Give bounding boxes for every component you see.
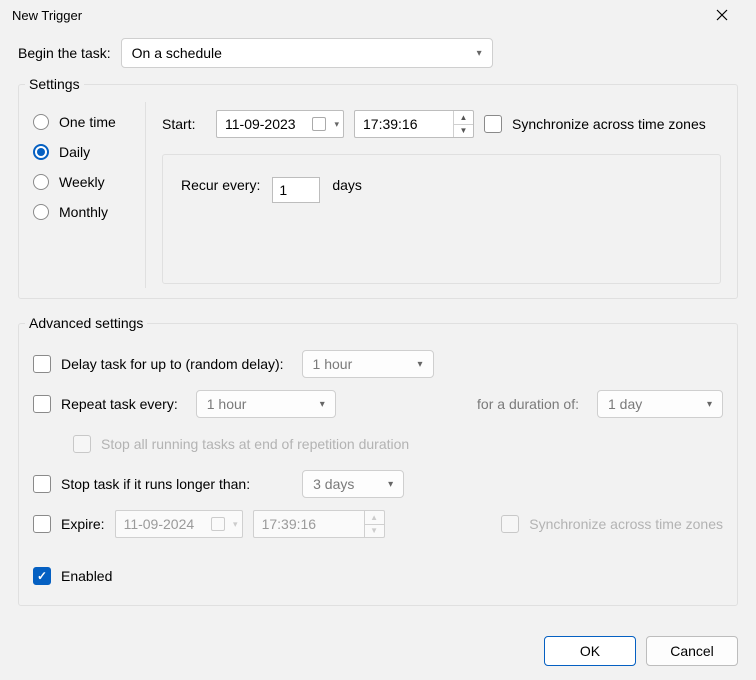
schedule-radio-group: One time Daily Weekly Monthly: [19, 92, 145, 298]
expire-sync-toggle: Synchronize across time zones: [501, 515, 723, 533]
checkbox-icon: [484, 115, 502, 133]
titlebar: New Trigger: [0, 0, 756, 30]
repeat-toggle[interactable]: Repeat task every:: [33, 395, 178, 413]
advanced-fieldset: Advanced settings Delay task for up to (…: [18, 315, 738, 606]
expire-row: Expire: 11-09-2024 ▾ 17:39:16 ▲ ▼: [33, 509, 723, 539]
window-title: New Trigger: [12, 8, 82, 23]
expire-time-picker: 17:39:16 ▲ ▼: [253, 510, 385, 538]
checkbox-icon: [33, 355, 51, 373]
spin-down-icon: ▼: [365, 525, 384, 538]
checkbox-icon: [501, 515, 519, 533]
repeat-value: 1 hour: [207, 396, 247, 412]
delay-row: Delay task for up to (random delay): 1 h…: [33, 349, 723, 379]
sync-label: Synchronize across time zones: [512, 116, 706, 132]
chevron-down-icon: ▾: [233, 519, 238, 530]
radio-icon: [33, 144, 49, 160]
sync-timezones-toggle[interactable]: Synchronize across time zones: [484, 115, 706, 133]
expire-date-picker: 11-09-2024 ▾: [115, 510, 243, 538]
start-row: Start: 11-09-2023 ▾ 17:39:16 ▲ ▼: [162, 110, 721, 138]
start-time-value: 17:39:16: [363, 116, 453, 132]
checkbox-icon: [33, 395, 51, 413]
begin-task-combo[interactable]: On a schedule ▾: [121, 38, 493, 68]
calendar-icon: [312, 117, 326, 131]
radio-label: Monthly: [59, 204, 108, 220]
cancel-button[interactable]: Cancel: [646, 636, 738, 666]
ok-button[interactable]: OK: [544, 636, 636, 666]
duration-label: for a duration of:: [477, 396, 579, 412]
radio-label: Weekly: [59, 174, 105, 190]
delay-combo[interactable]: 1 hour ▾: [302, 350, 434, 378]
new-trigger-dialog: New Trigger Begin the task: On a schedul…: [0, 0, 756, 660]
close-button[interactable]: [700, 0, 744, 30]
begin-task-value: On a schedule: [132, 45, 222, 61]
delay-value: 1 hour: [313, 356, 353, 372]
repeat-label: Repeat task every:: [61, 396, 178, 412]
start-date-value: 11-09-2023: [225, 116, 296, 132]
advanced-legend: Advanced settings: [25, 315, 147, 331]
settings-fieldset: Settings One time Daily Weekly: [18, 76, 738, 299]
stop-long-label: Stop task if it runs longer than:: [61, 476, 250, 492]
stop-all-toggle: Stop all running tasks at end of repetit…: [73, 435, 409, 453]
begin-task-label: Begin the task:: [18, 45, 111, 61]
repeat-combo[interactable]: 1 hour ▾: [196, 390, 336, 418]
radio-icon: [33, 174, 49, 190]
chevron-down-icon: ▾: [477, 48, 482, 59]
chevron-down-icon: ▾: [418, 359, 423, 370]
recur-box: Recur every: days: [162, 154, 721, 284]
radio-icon: [33, 114, 49, 130]
calendar-icon: [211, 517, 225, 531]
radio-label: One time: [59, 114, 116, 130]
recur-unit: days: [332, 177, 362, 193]
stop-long-combo[interactable]: 3 days ▾: [302, 470, 404, 498]
expire-sync-label: Synchronize across time zones: [529, 516, 723, 532]
recur-label: Recur every:: [181, 177, 260, 193]
recur-input[interactable]: [272, 177, 320, 203]
radio-daily[interactable]: Daily: [33, 144, 135, 160]
enabled-label: Enabled: [61, 568, 112, 584]
duration-combo[interactable]: 1 day ▾: [597, 390, 723, 418]
expire-label: Expire:: [61, 516, 105, 532]
spin-up-icon: ▲: [365, 511, 384, 525]
chevron-down-icon: ▾: [334, 119, 339, 130]
start-time-picker[interactable]: 17:39:16 ▲ ▼: [354, 110, 474, 138]
begin-task-row: Begin the task: On a schedule ▾: [18, 38, 738, 68]
expire-date-value: 11-09-2024: [124, 516, 195, 532]
chevron-down-icon: ▾: [707, 399, 712, 410]
close-icon: [716, 9, 728, 21]
stop-all-label: Stop all running tasks at end of repetit…: [101, 436, 409, 452]
stop-long-toggle[interactable]: Stop task if it runs longer than:: [33, 475, 250, 493]
start-date-picker[interactable]: 11-09-2023 ▾: [216, 110, 344, 138]
duration-value: 1 day: [608, 396, 642, 412]
delay-label: Delay task for up to (random delay):: [61, 356, 284, 372]
delay-toggle[interactable]: Delay task for up to (random delay):: [33, 355, 284, 373]
spin-down-icon[interactable]: ▼: [454, 125, 473, 138]
checkbox-icon: [33, 475, 51, 493]
time-spinner[interactable]: ▲ ▼: [453, 111, 473, 137]
checkbox-icon: [73, 435, 91, 453]
checkbox-icon: [33, 515, 51, 533]
stop-long-row: Stop task if it runs longer than: 3 days…: [33, 469, 723, 499]
radio-label: Daily: [59, 144, 90, 160]
chevron-down-icon: ▾: [320, 399, 325, 410]
expire-time-value: 17:39:16: [262, 516, 364, 532]
time-spinner: ▲ ▼: [364, 511, 384, 537]
stop-all-row: Stop all running tasks at end of repetit…: [73, 429, 723, 459]
expire-toggle[interactable]: Expire:: [33, 515, 105, 533]
repeat-row: Repeat task every: 1 hour ▾ for a durati…: [33, 389, 723, 419]
radio-weekly[interactable]: Weekly: [33, 174, 135, 190]
radio-one-time[interactable]: One time: [33, 114, 135, 130]
chevron-down-icon: ▾: [388, 479, 393, 490]
spin-up-icon[interactable]: ▲: [454, 111, 473, 125]
checkbox-icon: [33, 567, 51, 585]
stop-long-value: 3 days: [313, 476, 354, 492]
start-label: Start:: [162, 116, 206, 132]
settings-legend: Settings: [25, 76, 84, 92]
enabled-row: Enabled: [33, 561, 723, 591]
dialog-buttons: OK Cancel: [18, 622, 738, 666]
enabled-toggle[interactable]: Enabled: [33, 567, 112, 585]
radio-icon: [33, 204, 49, 220]
radio-monthly[interactable]: Monthly: [33, 204, 135, 220]
